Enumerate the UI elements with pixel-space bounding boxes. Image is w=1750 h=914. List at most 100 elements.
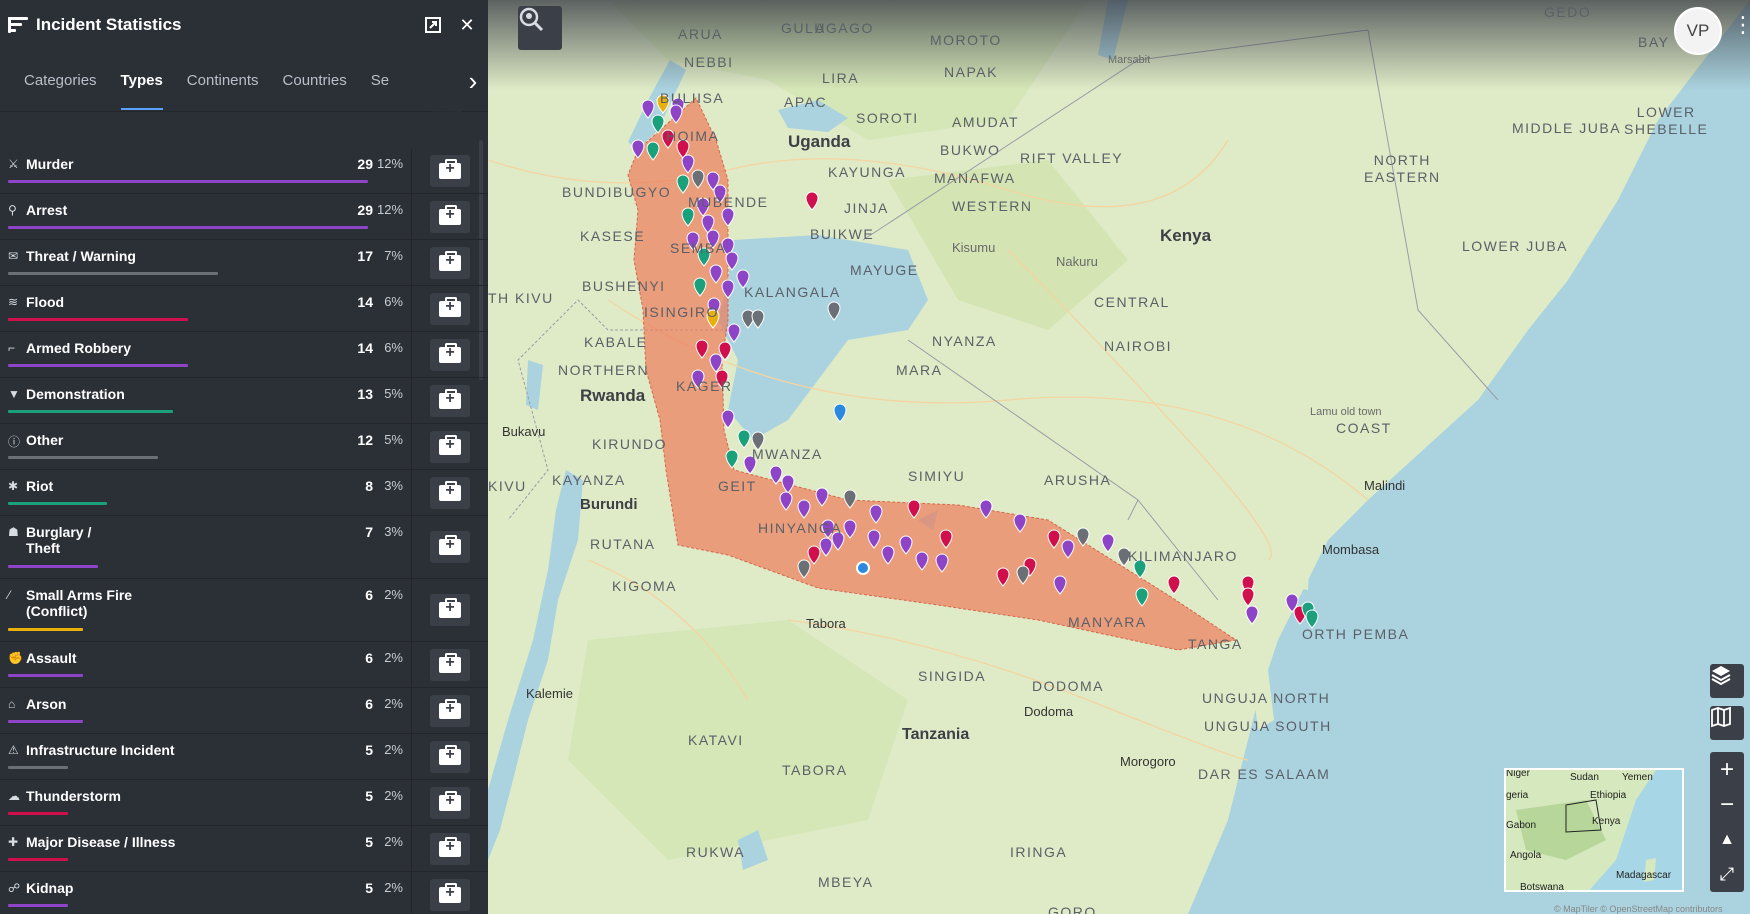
briefcase-plus-icon — [439, 790, 461, 811]
label-kenya: Kenya — [1160, 226, 1212, 245]
incident-type-info: ⓘ Other 12 5% — [0, 424, 412, 469]
tab-scroll-right-button[interactable]: › — [462, 66, 484, 96]
tab-continents[interactable]: Continents — [175, 50, 271, 112]
label-hoima: HOIMA — [666, 128, 720, 144]
label-north-eastern: NORTH EASTERN — [1364, 152, 1441, 185]
briefcase-plus-icon — [439, 434, 461, 455]
label-tanzania: Tanzania — [902, 726, 970, 743]
incident-type-count: 5 — [365, 742, 373, 758]
user-avatar[interactable]: VP — [1674, 7, 1722, 55]
incident-type-share-bar — [8, 180, 368, 183]
add-to-case-button[interactable] — [430, 246, 470, 279]
incident-type-actions — [412, 579, 488, 641]
add-to-case-button[interactable] — [430, 384, 470, 417]
add-to-case-button[interactable] — [430, 476, 470, 509]
incident-type-row[interactable]: ⚔ Murder 29 12% — [0, 148, 488, 194]
incident-type-row[interactable]: ☍ Kidnap 5 2% — [0, 872, 488, 914]
add-to-case-button[interactable] — [430, 832, 470, 865]
label-rwanda: Rwanda — [580, 386, 646, 405]
close-icon: ✕ — [459, 14, 475, 35]
incident-type-row[interactable]: ⓘ Other 12 5% — [0, 424, 488, 470]
label-kilimanjaro: KILIMANJARO — [1128, 548, 1238, 564]
incident-type-actions — [412, 332, 488, 377]
more-menu-button[interactable]: ⋮ — [1732, 14, 1750, 48]
add-to-case-button[interactable] — [430, 531, 470, 563]
add-to-case-button[interactable] — [430, 878, 470, 911]
incident-type-row[interactable]: ☁ Thunderstorm 5 2% — [0, 780, 488, 826]
incident-type-percent: 12% — [377, 202, 404, 217]
zoom-in-button[interactable]: + — [1710, 752, 1744, 787]
tab-fade — [422, 50, 462, 112]
incident-type-header: ☍ Kidnap 5 2% — [8, 880, 403, 896]
incident-type-share-bar — [8, 674, 83, 677]
incident-type-info: ☗ Burglary / Theft 7 3% — [0, 516, 412, 578]
incident-type-row[interactable]: ✉ Threat / Warning 17 7% — [0, 240, 488, 286]
incident-type-count: 14 — [357, 294, 373, 310]
add-to-case-button[interactable] — [430, 648, 470, 681]
incident-type-row[interactable]: ⚠ Infrastructure Incident 5 2% — [0, 734, 488, 780]
fullscreen-button[interactable]: ⤢ — [1710, 857, 1744, 892]
tab-countries[interactable]: Countries — [271, 50, 359, 112]
add-to-case-button[interactable] — [430, 338, 470, 371]
incident-type-count: 5 — [365, 834, 373, 850]
add-to-case-button[interactable] — [430, 786, 470, 819]
label-goro: GORO — [1048, 904, 1097, 914]
incident-type-row[interactable]: ▼ Demonstration 13 5% — [0, 378, 488, 424]
incident-type-share-bar — [8, 565, 98, 568]
add-to-case-button[interactable] — [430, 154, 470, 187]
label-jinja: JINJA — [844, 200, 889, 216]
incident-type-count: 5 — [365, 880, 373, 896]
incident-type-row[interactable]: ⁄ Small Arms Fire (Conflict) 6 2% — [0, 579, 488, 642]
current-location-marker[interactable] — [856, 561, 870, 575]
expand-button[interactable] — [420, 12, 446, 38]
add-to-case-button[interactable] — [430, 200, 470, 233]
minimap-label-nigeria: geria — [1506, 790, 1529, 801]
tab-more[interactable]: Se — [359, 50, 401, 112]
briefcase-plus-icon — [439, 598, 461, 618]
incident-type-row[interactable]: ⌐ Armed Robbery 14 6% — [0, 332, 488, 378]
tab-types[interactable]: Types — [109, 50, 175, 112]
riot-icon: ✱ — [8, 479, 19, 493]
layers-button[interactable] — [1710, 664, 1744, 698]
incident-type-row[interactable]: ⚲ Arrest 29 12% — [0, 194, 488, 240]
incident-type-row[interactable]: ⌂ Arson 6 2% — [0, 688, 488, 734]
incident-type-info: ⚲ Arrest 29 12% — [0, 194, 412, 239]
zoom-out-button[interactable]: − — [1710, 787, 1744, 822]
label-geita: GEIT — [718, 478, 757, 494]
incident-type-row[interactable]: ✚ Major Disease / Illness 5 2% — [0, 826, 488, 872]
incident-type-row[interactable]: ≋ Flood 14 6% — [0, 286, 488, 332]
burglary-icon: ☗ — [8, 525, 19, 539]
add-to-case-button[interactable] — [430, 594, 470, 626]
label-unguja-south: UNGUJA SOUTH — [1204, 718, 1332, 734]
add-to-case-button[interactable] — [430, 694, 470, 727]
incident-type-count: 7 — [365, 524, 373, 540]
incident-type-count: 14 — [357, 340, 373, 356]
add-to-case-button[interactable] — [430, 430, 470, 463]
incident-type-percent: 3% — [384, 478, 403, 493]
incident-type-row[interactable]: ✱ Riot 8 3% — [0, 470, 488, 516]
incident-type-share-bar — [8, 226, 368, 229]
map-location-search-button[interactable] — [518, 6, 562, 50]
label-mara: MARA — [896, 362, 943, 378]
label-shinyanga: HINYANGA — [758, 520, 843, 536]
tab-categories[interactable]: Categories — [12, 50, 109, 112]
incident-type-actions — [412, 470, 488, 515]
incident-type-row[interactable]: ✊ Assault 6 2% — [0, 642, 488, 688]
incident-type-header: ☗ Burglary / Theft 7 3% — [8, 524, 403, 556]
close-button[interactable]: ✕ — [454, 12, 480, 38]
overview-minimap[interactable]: Niger Sudan Yemen geria Ethiopia Gabon K… — [1504, 768, 1684, 892]
label-rutana: RUTANA — [590, 536, 656, 552]
map-style-button[interactable] — [1710, 706, 1744, 740]
briefcase-plus-icon — [439, 652, 461, 673]
incident-type-row[interactable]: ☗ Burglary / Theft 7 3% — [0, 516, 488, 579]
incident-type-header: ⚠ Infrastructure Incident 5 2% — [8, 742, 403, 758]
incident-type-header: ⓘ Other 12 5% — [8, 432, 403, 450]
add-to-case-button[interactable] — [430, 740, 470, 773]
infrastructure-icon: ⚠ — [8, 743, 19, 757]
add-to-case-button[interactable] — [430, 292, 470, 325]
incident-map[interactable]: GEDO BAY MOROTO AGAGO GULU ARUA NEBBI Ma… — [488, 0, 1750, 914]
incident-type-info: ✚ Major Disease / Illness 5 2% — [0, 826, 412, 871]
compass-button[interactable]: ▲ — [1710, 822, 1744, 857]
incident-type-name: Thunderstorm — [26, 788, 121, 804]
label-mombasa: Mombasa — [1322, 542, 1380, 557]
